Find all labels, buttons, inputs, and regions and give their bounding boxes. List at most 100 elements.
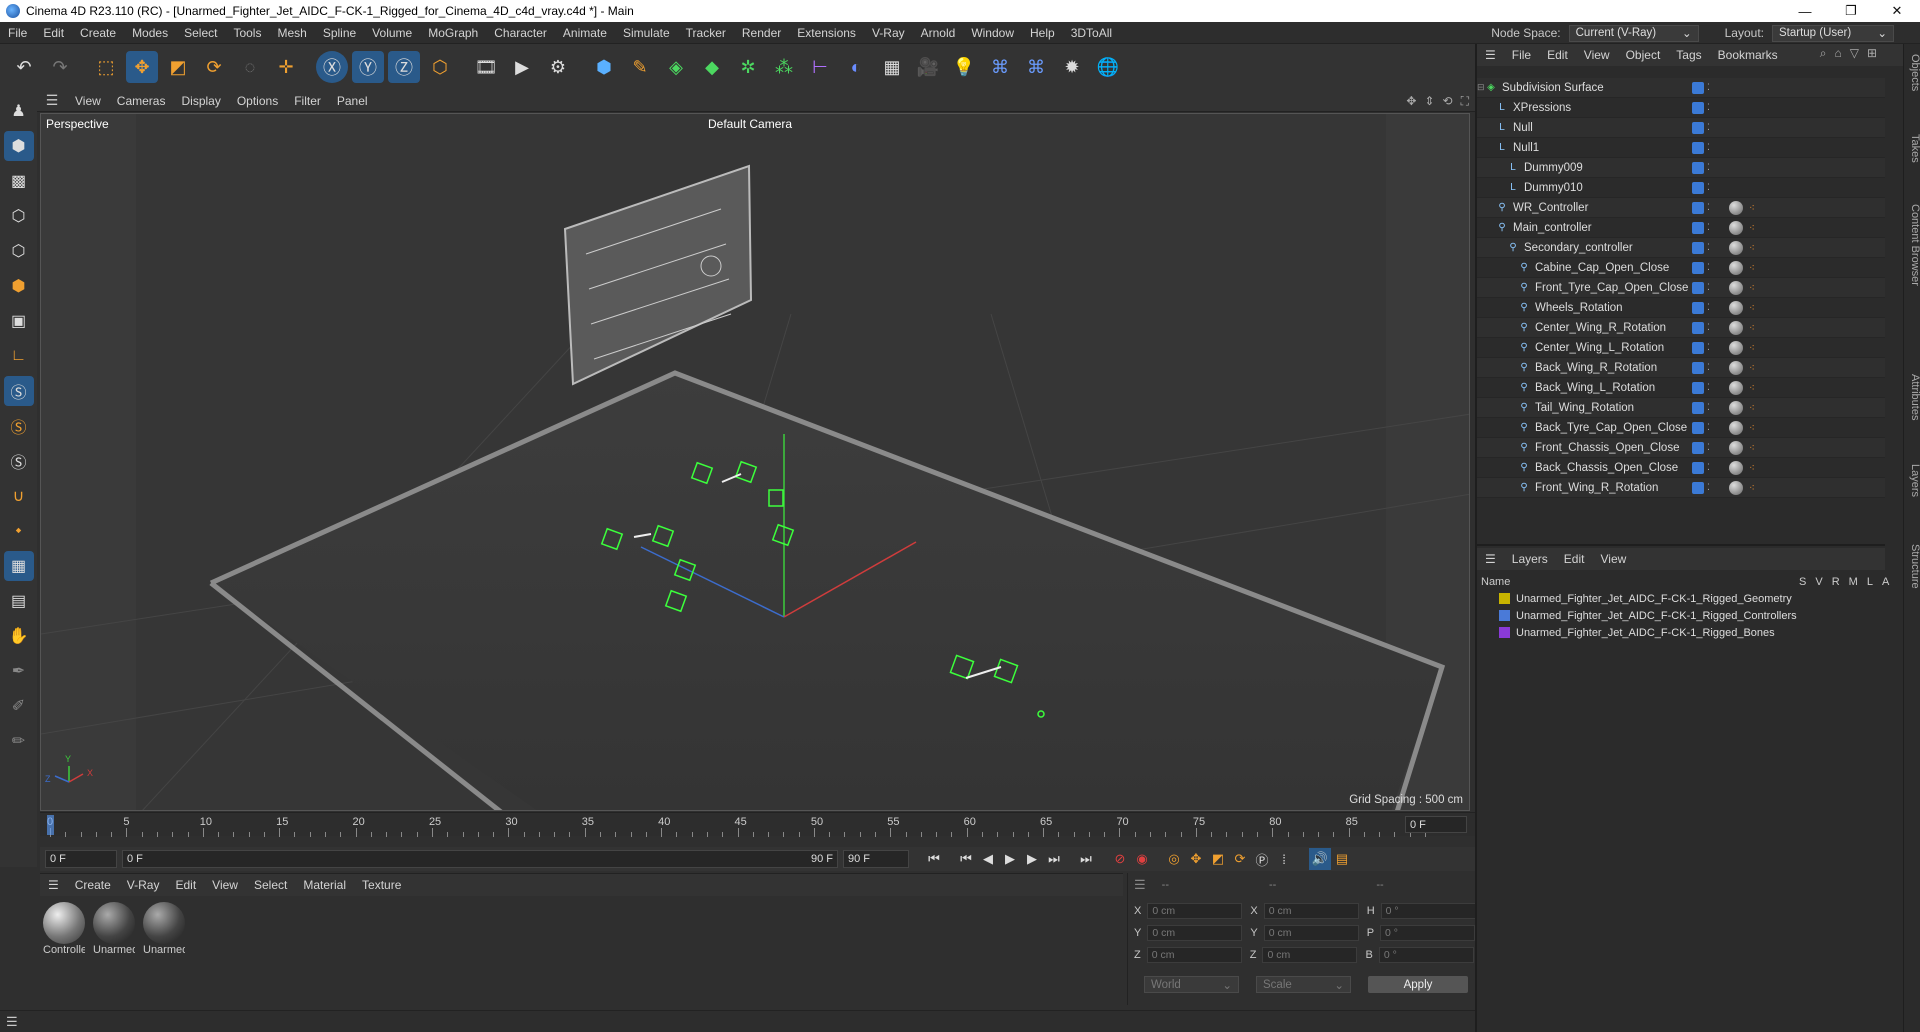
- material-tag-icon[interactable]: [1729, 420, 1743, 435]
- workplane-snap-icon[interactable]: Ⓢ: [4, 446, 34, 476]
- extrude-icon[interactable]: ◆: [696, 51, 728, 83]
- object-row[interactable]: ⚲ Center_Wing_R_Rotation ⁚ ⁖: [1477, 318, 1885, 338]
- layer-color-swatch[interactable]: [1692, 301, 1704, 314]
- perspective-viewport[interactable]: Y X Z Perspective Default Camera Grid Sp…: [40, 113, 1470, 811]
- layer-row[interactable]: Unarmed_Fighter_Jet_AIDC_F-CK-1_Rigged_C…: [1477, 607, 1885, 624]
- object-row[interactable]: ⚲ Main_controller ⁚ ⁖: [1477, 218, 1885, 238]
- snap-settings-icon[interactable]: Ⓢ: [4, 411, 34, 441]
- visibility-dots-icon[interactable]: ⁚: [1707, 122, 1710, 133]
- visibility-dots-icon[interactable]: ⁚: [1707, 82, 1710, 93]
- coord-value-field[interactable]: 0 °: [1378, 947, 1474, 963]
- menu-item-edit[interactable]: Edit: [1556, 552, 1593, 566]
- ik-tag-icon[interactable]: ⁖: [1749, 363, 1759, 374]
- material-tag-icon[interactable]: [1729, 200, 1743, 215]
- home-icon[interactable]: ⌂: [1834, 46, 1841, 61]
- menu-item-tools[interactable]: Tools: [225, 26, 269, 40]
- menu-item-v-ray[interactable]: V-Ray: [864, 26, 913, 40]
- material-tag-icon[interactable]: [1729, 460, 1743, 475]
- ik-tag-icon[interactable]: ⁖: [1749, 203, 1759, 214]
- weight-icon[interactable]: ✐: [4, 691, 34, 721]
- ik-tag-icon[interactable]: ⁖: [1749, 423, 1759, 434]
- prev-key-icon[interactable]: ⏮: [955, 848, 977, 870]
- visibility-dots-icon[interactable]: ⁚: [1707, 322, 1710, 333]
- object-row[interactable]: ⚲ Back_Tyre_Cap_Open_Close ⁚ ⁖: [1477, 418, 1885, 438]
- menu-item-texture[interactable]: Texture: [354, 878, 409, 892]
- object-menu-icon[interactable]: ☰: [1477, 48, 1504, 62]
- menu-item-create[interactable]: Create: [72, 26, 124, 40]
- menu-item-arnold[interactable]: Arnold: [913, 26, 964, 40]
- minimize-button[interactable]: —: [1782, 0, 1828, 22]
- object-row[interactable]: L Null ⁚: [1477, 118, 1885, 138]
- field-icon[interactable]: ◐: [840, 51, 872, 83]
- menu-item-window[interactable]: Window: [963, 26, 1022, 40]
- visibility-dots-icon[interactable]: ⁚: [1707, 182, 1710, 193]
- visibility-dots-icon[interactable]: ⁚: [1707, 422, 1710, 433]
- maximize-view-icon[interactable]: ⛶: [1461, 94, 1469, 109]
- light-icon[interactable]: 💡: [948, 51, 980, 83]
- ik-tag-icon[interactable]: ⁖: [1749, 403, 1759, 414]
- live-selection-icon[interactable]: ⬚: [90, 51, 122, 83]
- side-tab-takes[interactable]: Takes: [1904, 134, 1920, 163]
- locked-workplane-icon[interactable]: ▤: [4, 586, 34, 616]
- object-row[interactable]: ⚲ Tail_Wing_Rotation ⁚ ⁖: [1477, 398, 1885, 418]
- render-view-icon[interactable]: ▶: [506, 51, 538, 83]
- layer-color-swatch[interactable]: [1692, 141, 1704, 154]
- layer-color-swatch[interactable]: [1692, 161, 1704, 174]
- material-unarmed-2[interactable]: Unarmed: [143, 902, 185, 956]
- menu-item-volume[interactable]: Volume: [364, 26, 420, 40]
- object-row[interactable]: ⚲ Back_Wing_L_Rotation ⁚ ⁖: [1477, 378, 1885, 398]
- close-button[interactable]: ✕: [1874, 0, 1920, 22]
- viewport-camera-label[interactable]: Default Camera: [708, 117, 792, 131]
- ik-tag-icon[interactable]: ⁖: [1749, 323, 1759, 334]
- ik-tag-icon[interactable]: ⁖: [1749, 223, 1759, 234]
- menu-item-edit[interactable]: Edit: [167, 878, 204, 892]
- undo-icon[interactable]: ↶: [8, 51, 40, 83]
- points-mode-icon[interactable]: ⬡: [4, 201, 34, 231]
- menu-item-extensions[interactable]: Extensions: [789, 26, 864, 40]
- layer-color-swatch[interactable]: [1692, 321, 1704, 334]
- subdivision-icon[interactable]: ◈: [660, 51, 692, 83]
- coord-mode-select[interactable]: Scale ⌄: [1256, 976, 1351, 993]
- settings-gear-icon[interactable]: ✹: [1056, 51, 1088, 83]
- layer-color-swatch[interactable]: [1692, 261, 1704, 274]
- globe-icon[interactable]: 🌐: [1092, 51, 1124, 83]
- key-position-icon[interactable]: ✥: [1185, 848, 1207, 870]
- ik-tag-icon[interactable]: ⁖: [1749, 383, 1759, 394]
- coord-value-field[interactable]: 0 cm: [1263, 903, 1359, 919]
- viewport-menu-icon[interactable]: ☰: [37, 92, 67, 109]
- material-tag-icon[interactable]: [1729, 280, 1743, 295]
- layer-color-swatch[interactable]: [1692, 201, 1704, 214]
- menu-item-spline[interactable]: Spline: [315, 26, 364, 40]
- coord-value-field[interactable]: 0 °: [1380, 903, 1476, 919]
- layer-color-swatch[interactable]: [1692, 81, 1704, 94]
- play-icon[interactable]: ▶: [999, 848, 1021, 870]
- menu-item-render[interactable]: Render: [734, 26, 789, 40]
- layer-color-swatch[interactable]: [1499, 593, 1510, 604]
- edges-mode-icon[interactable]: ⬡: [4, 236, 34, 266]
- visibility-dots-icon[interactable]: ⁚: [1707, 102, 1710, 113]
- layer-color-swatch[interactable]: [1692, 461, 1704, 474]
- side-tab-content-browser[interactable]: Content Browser: [1904, 204, 1920, 286]
- menu-item-simulate[interactable]: Simulate: [615, 26, 678, 40]
- array-icon[interactable]: ⁂: [768, 51, 800, 83]
- menu-item-select[interactable]: Select: [176, 26, 225, 40]
- material-tag-icon[interactable]: [1729, 320, 1743, 335]
- record-icon[interactable]: ⊘: [1109, 848, 1131, 870]
- layer-color-swatch[interactable]: [1692, 121, 1704, 134]
- object-row[interactable]: L XPressions ⁚: [1477, 98, 1885, 118]
- visibility-dots-icon[interactable]: ⁚: [1707, 282, 1710, 293]
- move-icon[interactable]: ✥: [126, 51, 158, 83]
- workplane-icon[interactable]: ⬩: [4, 516, 34, 546]
- layer-row[interactable]: Unarmed_Fighter_Jet_AIDC_F-CK-1_Rigged_G…: [1477, 590, 1885, 607]
- sound-icon[interactable]: 🔊: [1309, 848, 1331, 870]
- side-tab-objects[interactable]: Objects: [1904, 54, 1920, 91]
- menu-item-animate[interactable]: Animate: [555, 26, 615, 40]
- menu-item-modes[interactable]: Modes: [124, 26, 176, 40]
- grid-icon[interactable]: ▦: [3, 551, 34, 581]
- layer-menu-icon[interactable]: ☰: [1477, 552, 1504, 566]
- layer-color-swatch[interactable]: [1692, 281, 1704, 294]
- viewport-menu-options[interactable]: Options: [229, 94, 286, 108]
- material-tag-icon[interactable]: [1729, 380, 1743, 395]
- key-rotation-icon[interactable]: ⟳: [1229, 848, 1251, 870]
- visibility-dots-icon[interactable]: ⁚: [1707, 302, 1710, 313]
